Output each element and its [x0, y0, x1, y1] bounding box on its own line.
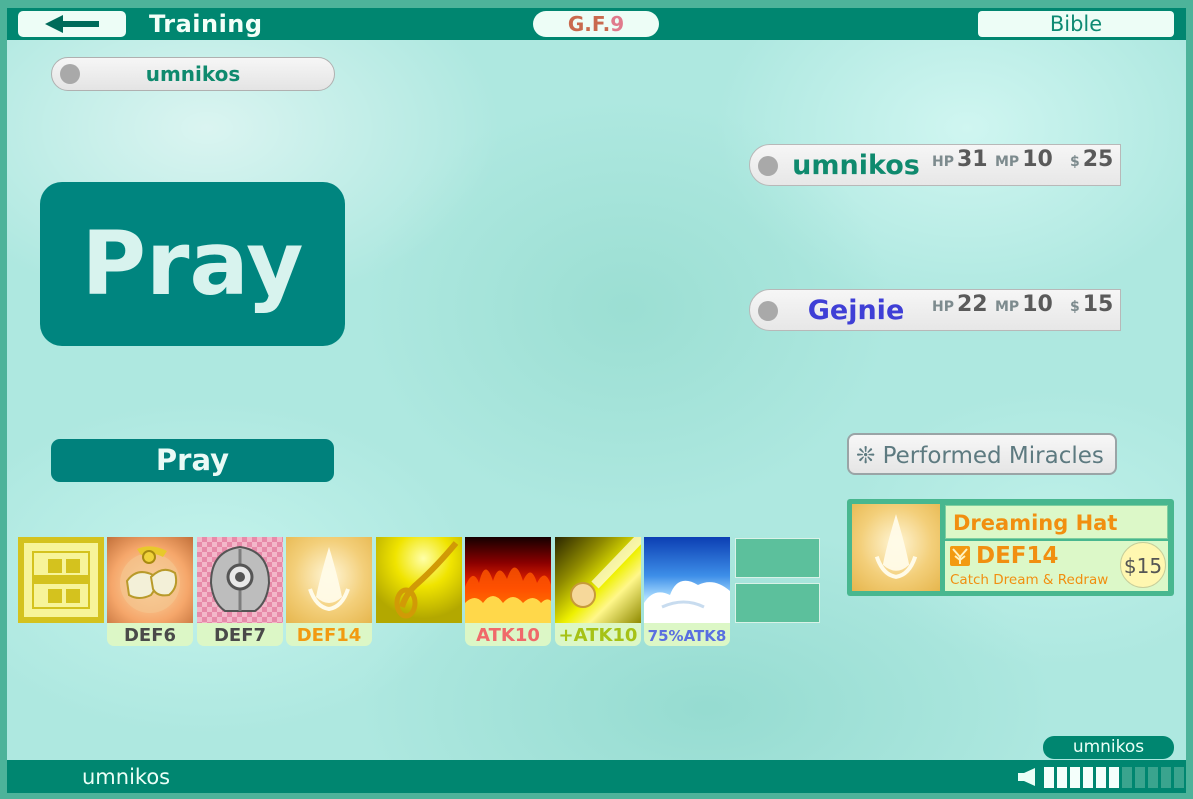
hand-card-gauntlets[interactable]: [107, 537, 193, 623]
hand-card-fire[interactable]: [465, 537, 551, 623]
volume-segment[interactable]: [1083, 767, 1093, 788]
detail-card-effect: Catch Dream & Redraw: [950, 572, 1109, 588]
card-label: DEF7: [197, 623, 283, 646]
player-tag: umnikos: [1043, 736, 1174, 759]
footer-player-name: umnikos: [82, 765, 171, 789]
player-name: umnikos: [792, 150, 920, 181]
cloud-icon: [644, 580, 730, 623]
silver-helmet-icon: [209, 545, 271, 612]
bottom-bar: [7, 760, 1186, 793]
golden-gauntlets-icon: [120, 546, 180, 613]
mp-stat: MP 10: [995, 292, 1053, 317]
game-board: [7, 8, 1186, 793]
page-title: Training: [149, 10, 263, 38]
meteor-icon: [570, 533, 645, 608]
gf-counter: G.F.9: [533, 11, 659, 37]
player-panel-2[interactable]: Gejnie HP 22 MP 10 $15: [749, 289, 1121, 331]
detail-card-image: [852, 504, 940, 591]
volume-segment[interactable]: [1122, 767, 1132, 788]
hand-card-menu[interactable]: [18, 537, 104, 623]
hand-card-whip[interactable]: [376, 537, 462, 623]
detail-card-name: Dreaming Hat: [945, 505, 1168, 539]
card-label: +ATK10: [555, 623, 641, 646]
volume-segment[interactable]: [1174, 767, 1184, 788]
hand-card-helmet[interactable]: [197, 537, 283, 623]
gf-number: 9: [610, 12, 625, 36]
card-label: DEF14: [286, 623, 372, 646]
speaker-icon[interactable]: [1017, 768, 1039, 786]
back-button[interactable]: [18, 11, 126, 37]
gf-prefix: G.F.: [567, 12, 611, 36]
player-name: Gejnie: [807, 295, 905, 326]
hand-card-dreaming-hat[interactable]: [286, 537, 372, 623]
card-label: 75%ATK8: [644, 623, 730, 646]
dreaming-hat-icon: [308, 547, 350, 612]
volume-segment[interactable]: [1135, 767, 1145, 788]
local-player-pill: umnikos: [51, 57, 335, 91]
action-display: Pray: [40, 182, 345, 346]
detail-card-stat: DEF14: [976, 543, 1059, 569]
hp-stat: HP 31: [932, 147, 988, 172]
status-dot: [758, 301, 778, 321]
back-arrow-icon: [45, 15, 99, 33]
menu-icon: [24, 543, 98, 617]
mp-stat: MP 10: [995, 147, 1053, 172]
status-dot: [758, 156, 778, 176]
local-player-name: umnikos: [145, 62, 241, 86]
money-stat: $25: [1070, 147, 1114, 172]
golden-whip-icon: [394, 541, 459, 619]
hand-card-meteor[interactable]: [555, 533, 645, 623]
volume-segment[interactable]: [1109, 767, 1119, 788]
price-badge: $15: [1120, 542, 1166, 588]
dreaming-hat-icon: [874, 514, 918, 579]
defense-icon: [950, 546, 970, 566]
card-label: ATK10: [465, 623, 551, 646]
hp-stat: HP 22: [932, 292, 988, 317]
empty-card-slot: [735, 583, 820, 623]
fire-icon: [465, 567, 551, 623]
volume-segment[interactable]: [1070, 767, 1080, 788]
bible-button[interactable]: Bible: [978, 11, 1174, 37]
volume-segment[interactable]: [1148, 767, 1158, 788]
volume-segment[interactable]: [1096, 767, 1106, 788]
empty-card-slot: [735, 538, 820, 578]
player-panel-1[interactable]: umnikos HP 31 MP 10 $25: [749, 144, 1121, 186]
card-label: DEF6: [107, 623, 193, 646]
volume-segment[interactable]: [1044, 767, 1054, 788]
performed-miracles-button[interactable]: ❊ Performed Miracles: [847, 433, 1117, 475]
pray-button[interactable]: Pray: [51, 439, 334, 482]
volume-segment[interactable]: [1161, 767, 1171, 788]
volume-segment[interactable]: [1057, 767, 1067, 788]
money-stat: $15: [1070, 292, 1114, 317]
hand-card-cloud[interactable]: [644, 537, 730, 623]
